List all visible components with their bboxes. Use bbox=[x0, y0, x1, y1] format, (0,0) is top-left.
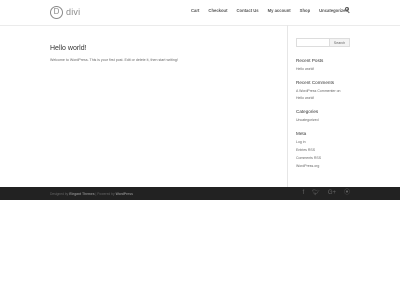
search-button[interactable]: Search bbox=[330, 38, 350, 47]
logo-text: divi bbox=[66, 7, 81, 17]
recent-comment-author[interactable]: A WordPress Commenter on bbox=[296, 89, 340, 93]
meta-comments-rss[interactable]: Comments RSS bbox=[296, 156, 321, 160]
credits-theme-link[interactable]: Elegant Themes bbox=[69, 192, 94, 196]
post-excerpt: Welcome to WordPress. This is your first… bbox=[50, 58, 178, 62]
nav-item-contact-us[interactable]: Contact Us bbox=[237, 8, 259, 13]
search-input[interactable] bbox=[296, 38, 330, 47]
sidebar: Search Recent Posts Hello world! Recent … bbox=[296, 25, 352, 187]
credits-wordpress-link[interactable]: WordPress bbox=[116, 192, 133, 196]
recent-comment-post[interactable]: Hello world! bbox=[296, 96, 314, 100]
recent-posts-title: Recent Posts bbox=[296, 58, 324, 63]
categories-title: Categories bbox=[296, 109, 319, 114]
rss-icon[interactable]: ⦿ bbox=[344, 190, 350, 197]
nav-item-checkout[interactable]: Checkout bbox=[208, 8, 227, 13]
nav-item-cart[interactable]: Cart bbox=[191, 8, 199, 13]
nav-item-my-account[interactable]: My account bbox=[268, 8, 291, 13]
site-header: D divi Cart Checkout Contact Us My accou… bbox=[0, 0, 400, 25]
logo-icon: D bbox=[50, 5, 63, 19]
footer-credits: Designed by Elegant Themes | Powered by … bbox=[50, 192, 133, 196]
twitter-icon[interactable]: 🐦︎ bbox=[312, 190, 320, 197]
credits-designed-by: Designed by bbox=[50, 192, 69, 196]
category-link[interactable]: Uncategorized bbox=[296, 118, 319, 122]
google-plus-icon[interactable]: G+ bbox=[328, 190, 336, 197]
meta-login[interactable]: Log in bbox=[296, 140, 306, 144]
main-content: Hello world! Welcome to WordPress. This … bbox=[50, 25, 286, 187]
social-icons: f 🐦︎ G+ ⦿ bbox=[303, 190, 350, 197]
recent-comments-title: Recent Comments bbox=[296, 80, 335, 85]
site-logo[interactable]: D divi bbox=[50, 5, 80, 19]
sidebar-search: Search bbox=[296, 38, 350, 47]
post-title[interactable]: Hello world! bbox=[50, 45, 87, 52]
credits-separator: | Powered by bbox=[94, 192, 116, 196]
meta-entries-rss[interactable]: Entries RSS bbox=[296, 148, 315, 152]
search-icon[interactable] bbox=[345, 7, 351, 13]
main-nav: Cart Checkout Contact Us My account Shop… bbox=[191, 8, 348, 13]
facebook-icon[interactable]: f bbox=[303, 190, 305, 197]
nav-item-shop[interactable]: Shop bbox=[300, 8, 310, 13]
recent-post-link[interactable]: Hello world! bbox=[296, 67, 314, 71]
meta-wordpress-org[interactable]: WordPress.org bbox=[296, 164, 319, 168]
meta-title: Meta bbox=[296, 131, 307, 136]
nav-item-uncategorized[interactable]: Uncategorized bbox=[319, 8, 348, 13]
footer: Designed by Elegant Themes | Powered by … bbox=[0, 187, 400, 200]
sidebar-divider bbox=[287, 25, 288, 187]
